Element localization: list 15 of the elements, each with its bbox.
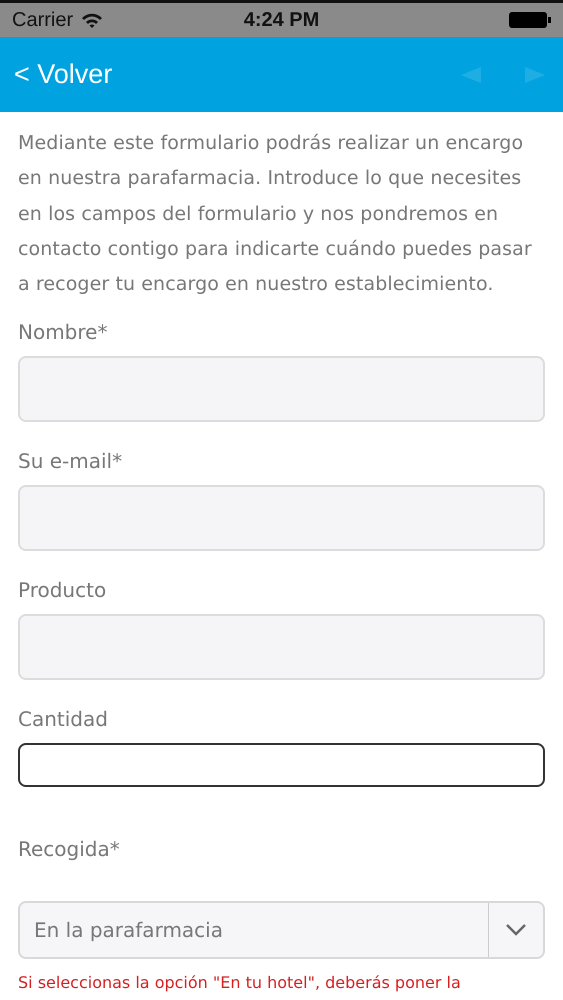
- pickup-dropdown[interactable]: En la parafarmacia: [18, 901, 545, 960]
- field-label: Nombre*: [18, 319, 108, 346]
- hotel-note: Si seleccionas la opción "En tu hotel", deberás poner la: [18, 973, 462, 992]
- field-label: Recogida*: [18, 836, 121, 864]
- field-label: Su e-mail*: [18, 448, 124, 476]
- input-field[interactable]: [18, 743, 545, 788]
- clock: 4:24 PM: [242, 8, 320, 32]
- carrier-label: Carrier: [12, 8, 74, 32]
- field-label: Cantidad: [18, 706, 109, 734]
- battery-icon: [509, 11, 551, 29]
- field-label: Producto: [18, 577, 108, 604]
- chevron-down-icon: [505, 923, 527, 938]
- wifi-icon: [81, 12, 104, 28]
- intro-paragraph: Mediante este formulario podrás realizar un encargo en nuestra parafarmacia. Introduce lo que necesites en los campos del formulario y nos pondremos en contacto contigo para indicarte cuándo puedes pasar a recoger tu encargo en nuestro establecimiento.: [18, 131, 533, 298]
- back-button[interactable]: < Volver: [14, 59, 112, 90]
